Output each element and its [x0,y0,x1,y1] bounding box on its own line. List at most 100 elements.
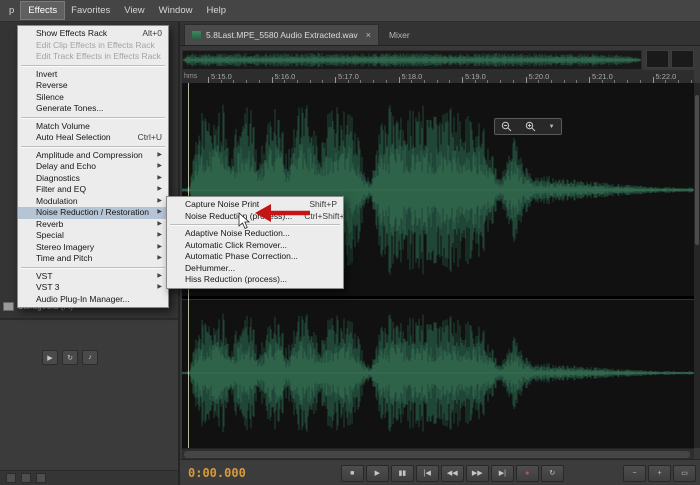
menu-item-reverb[interactable]: Reverb▶ [18,219,168,231]
tab-close-icon[interactable]: × [363,30,371,40]
pause-button[interactable]: ▮▮ [391,465,414,482]
menu-item-automatic-click-remover[interactable]: Automatic Click Remover... [167,240,343,252]
menu-item-time-and-pitch[interactable]: Time and Pitch▶ [18,253,168,265]
menu-item-generate-tones[interactable]: Generate Tones... [18,103,168,115]
panel-resize-icon[interactable] [36,473,46,483]
menu-item-vst[interactable]: VST▶ [18,271,168,283]
menu-item-special[interactable]: Special▶ [18,230,168,242]
menu-item-invert[interactable]: Invert [18,69,168,81]
menu-separator [21,117,165,119]
submenu-arrow-icon: ▶ [149,230,162,242]
chevron-down-icon[interactable]: ▼ [549,124,555,130]
menu-item-match-volume[interactable]: Match Volume [18,121,168,133]
zoom-out-button[interactable]: − [623,465,646,482]
menu-item-label: Capture Noise Print [185,199,259,211]
stop-button[interactable]: ■ [341,465,364,482]
menu-item-shortcut: Ctrl+U [126,132,162,144]
menu-item-label: Edit Track Effects in Effects Rack [36,51,161,63]
menubar-item-help[interactable]: Help [199,2,233,19]
menu-item-label: Stereo Imagery [36,242,94,254]
preview-loop-button[interactable]: ↻ [62,350,78,365]
adobe-audition-window: pEffectsFavoritesViewWindowHelp StorageO… [0,0,700,485]
menu-item-reverse[interactable]: Reverse [18,80,168,92]
mouse-cursor-icon [238,212,251,230]
menu-item-label: Generate Tones... [36,103,103,115]
submenu-arrow-icon: ▶ [149,282,162,294]
preview-audio-icon[interactable]: ♪ [82,350,98,365]
vertical-scroll-thumb[interactable] [695,95,699,245]
zoom-in-button[interactable]: + [648,465,671,482]
submenu-arrow-icon: ▶ [149,173,162,185]
submenu-arrow-icon: ▶ [149,184,162,196]
effects-menu: Show Effects Rack Alt+0Edit Clip Effects … [17,25,169,308]
waveform-channel-right[interactable] [182,299,694,448]
menu-item-edit-clip-effects-in-effects-rack: Edit Clip Effects in Effects Rack [18,40,168,52]
media-browser-panel: ▶ ↻ ♪ [0,320,178,472]
menu-item-stereo-imagery[interactable]: Stereo Imagery▶ [18,242,168,254]
panel-options-icon[interactable] [21,473,31,483]
menu-item-label: Delay and Echo [36,161,96,173]
menu-item-automatic-phase-correction[interactable]: Automatic Phase Correction... [167,251,343,263]
zoom-buttons: −+▭ [623,465,696,482]
submenu-arrow-icon: ▶ [149,219,162,231]
menu-item-adaptive-noise-reduction[interactable]: Adaptive Noise Reduction... [167,228,343,240]
vertical-scrollbar[interactable] [694,83,700,448]
loop-button[interactable]: ↻ [541,465,564,482]
ruler-time-label: 5:22.0 [656,72,677,81]
menubar-item-view[interactable]: View [117,2,151,19]
zoom-in-icon[interactable] [525,121,536,132]
menu-item-label: Diagnostics [36,173,80,185]
menu-item-vst-3[interactable]: VST 3 ▶ [18,282,168,294]
file-tab-label: 5.8Last.MPE_5580 Audio Extracted.wav [206,30,358,40]
menu-item-label: Hiss Reduction (process)... [185,274,287,286]
record-button[interactable]: ● [516,465,539,482]
menu-separator [21,146,165,148]
menu-item-dehummer[interactable]: DeHummer... [167,263,343,275]
mixer-tab-label: Mixer [389,30,410,40]
timeline-ruler[interactable]: hms 5:15.05:16.05:17.05:18.05:19.05:20.0… [182,70,694,84]
mixer-tab[interactable]: Mixer [379,25,420,45]
transport-buttons: ■▶▮▮|◀◀◀▶▶▶|●↻ [341,465,564,482]
skip-back-button[interactable]: |◀ [416,465,439,482]
play-button[interactable]: ▶ [366,465,389,482]
menubar-item-favorites[interactable]: Favorites [64,2,117,19]
menu-item-amplitude-and-compression[interactable]: Amplitude and Compression▶ [18,150,168,162]
menu-item-hiss-reduction-process[interactable]: Hiss Reduction (process)... [167,274,343,286]
menu-item-noise-reduction-restoration[interactable]: Noise Reduction / Restoration▶ [18,207,168,219]
menubar-item-window[interactable]: Window [152,2,200,19]
menu-item-delay-and-echo[interactable]: Delay and Echo▶ [18,161,168,173]
submenu-arrow-icon: ▶ [149,271,162,283]
skip-forward-button[interactable]: ▶| [491,465,514,482]
menu-item-label: Amplitude and Compression [36,150,143,162]
menubar-item-clip-partial[interactable]: p [2,2,21,19]
menu-item-auto-heal-selection[interactable]: Auto Heal Selection Ctrl+U [18,132,168,144]
panel-menu-icon[interactable] [6,473,16,483]
menu-item-silence[interactable]: Silence [18,92,168,104]
menu-item-label: Audio Plug-In Manager... [36,294,130,306]
menu-item-edit-track-effects-in-effects-rack: Edit Track Effects in Effects Rack [18,51,168,63]
ruler-unit-label: hms [184,73,197,80]
menu-item-label: Show Effects Rack [36,28,107,40]
ruler-time-label: 5:21.0 [592,72,613,81]
menu-item-label: Filter and EQ [36,184,86,196]
horizontal-scroll-thumb[interactable] [184,451,690,458]
menu-item-label: Time and Pitch [36,253,92,265]
menu-item-label: Auto Heal Selection [36,132,111,144]
menubar-item-effects[interactable]: Effects [21,2,64,19]
menu-item-modulation[interactable]: Modulation▶ [18,196,168,208]
editor-tabstrip: 5.8Last.MPE_5580 Audio Extracted.wav × M… [180,22,700,46]
menu-item-show-effects-rack[interactable]: Show Effects Rack Alt+0 [18,28,168,40]
menu-item-filter-and-eq[interactable]: Filter and EQ ▶ [18,184,168,196]
zoom-selection-button[interactable]: ▭ [673,465,696,482]
file-overview-strip[interactable] [182,50,642,70]
menu-item-label: VST 3 [36,282,59,294]
fast-forward-button[interactable]: ▶▶ [466,465,489,482]
preview-play-button[interactable]: ▶ [42,350,58,365]
menu-item-label: Reverse [36,80,68,92]
rewind-button[interactable]: ◀◀ [441,465,464,482]
menu-item-diagnostics[interactable]: Diagnostics ▶ [18,173,168,185]
zoom-out-icon[interactable] [501,121,512,132]
file-tab[interactable]: 5.8Last.MPE_5580 Audio Extracted.wav × [184,24,379,45]
menu-item-audio-plug-in-manager[interactable]: Audio Plug-In Manager... [18,294,168,306]
menu-item-shortcut: Alt+0 [130,28,162,40]
